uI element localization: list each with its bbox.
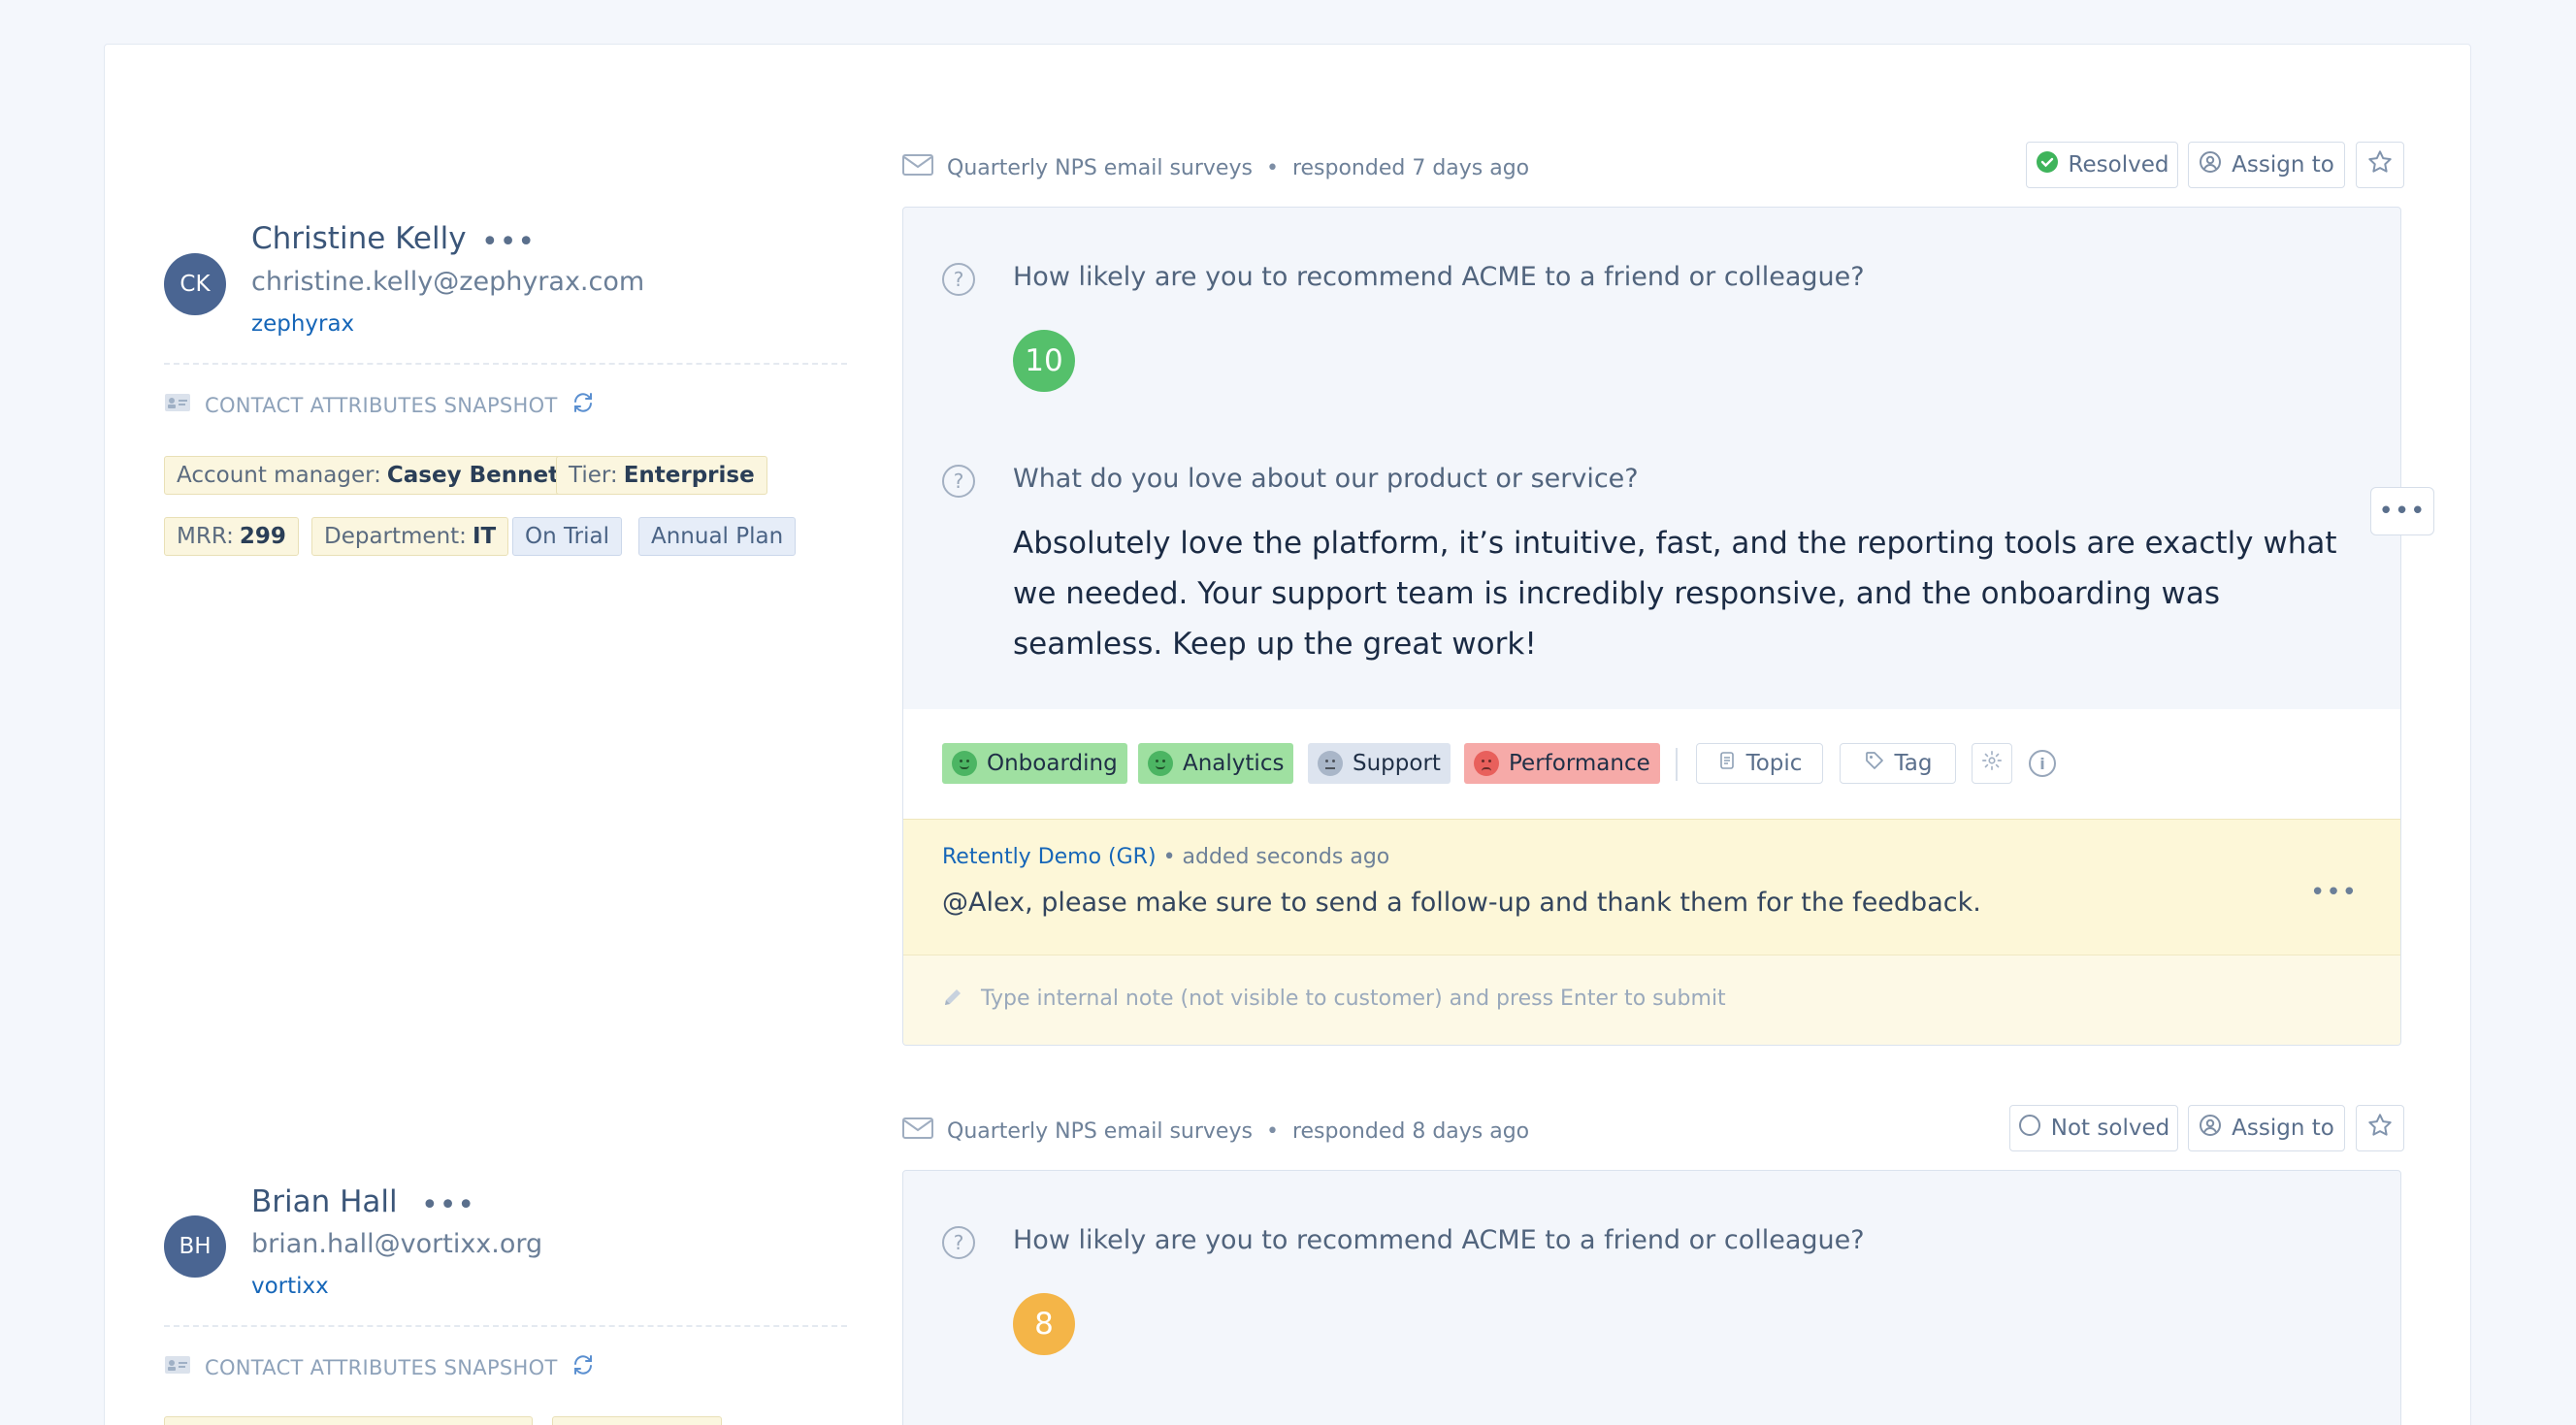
happy-face-icon [1148, 751, 1173, 776]
contact-tag-chip: On Trial [512, 517, 622, 556]
question-icon: ? [942, 1226, 975, 1259]
id-card-icon [164, 1354, 191, 1380]
response-card: ? How likely are you to recommend ACME t… [902, 207, 2401, 1046]
star-button[interactable] [2356, 1105, 2404, 1151]
contact-tag-chip: Annual Plan [638, 517, 797, 556]
user-circle-icon [2199, 1114, 2222, 1143]
contact-more-button[interactable]: ••• [421, 1191, 475, 1220]
open-question: What do you love about our product or se… [1013, 464, 1639, 494]
add-tag-button[interactable]: Tag [1840, 743, 1956, 784]
neutral-face-icon [1318, 751, 1343, 776]
response-card: ? How likely are you to recommend ACME t… [902, 1170, 2401, 1425]
open-answer: Absolutely love the platform, it’s intui… [1013, 526, 2337, 662]
check-circle-icon [2036, 150, 2059, 179]
tag-icon [1864, 750, 1885, 777]
divider [1676, 748, 1678, 781]
attribute-chip [164, 1416, 533, 1425]
question-icon: ? [942, 465, 975, 498]
divider [164, 1325, 847, 1327]
attribute-chip: MRR: 299 [164, 517, 299, 556]
attribute-chip [552, 1416, 722, 1425]
not-solved-status-button[interactable]: Not solved [2009, 1105, 2178, 1151]
star-icon [2366, 1112, 2394, 1145]
contact-email: christine.kelly@zephyrax.com [251, 267, 645, 297]
contact-attributes-snapshot: CONTACT ATTRIBUTES SNAPSHOT [164, 1353, 595, 1381]
response-time: responded 7 days ago [1291, 155, 1530, 180]
divider [164, 363, 847, 365]
star-button[interactable] [2356, 142, 2404, 188]
contact-company-link[interactable]: vortixx [251, 1274, 329, 1299]
nps-question: How likely are you to recommend ACME to … [1013, 1225, 1865, 1255]
note-input[interactable]: Type internal note (not visible to custo… [903, 955, 2400, 1045]
question-icon: ? [942, 263, 975, 296]
id-card-icon [164, 392, 191, 418]
topic-tag-bar: Onboarding Analytics Support Performance… [903, 709, 2400, 819]
note-input-placeholder[interactable]: Type internal note (not visible to custo… [981, 987, 1726, 1011]
gear-icon [1981, 750, 2003, 777]
contact-name[interactable]: Christine Kelly [251, 221, 467, 256]
avatar[interactable]: CK [164, 253, 226, 315]
topic-tag-analytics[interactable]: Analytics [1138, 743, 1294, 784]
tag-settings-button[interactable] [1972, 743, 2012, 784]
topic-tag-support[interactable]: Support [1308, 743, 1451, 784]
nps-question: How likely are you to recommend ACME to … [1013, 262, 1865, 292]
attribute-chip: Department: IT [311, 517, 509, 556]
avatar[interactable]: BH [164, 1215, 226, 1278]
refresh-icon[interactable] [571, 391, 595, 419]
note-text: @Alex, please make sure to send a follow… [942, 888, 1981, 918]
email-icon [902, 153, 933, 182]
snapshot-label: CONTACT ATTRIBUTES SNAPSHOT [205, 393, 558, 417]
nps-score: 8 [1013, 1293, 1075, 1355]
note-more-button[interactable]: ••• [2310, 878, 2358, 907]
snapshot-label: CONTACT ATTRIBUTES SNAPSHOT [205, 1355, 558, 1379]
attribute-chip: Tier: Enterprise [556, 456, 767, 495]
add-topic-button[interactable]: Topic [1696, 743, 1823, 784]
user-circle-icon [2199, 150, 2222, 179]
survey-channel: Quarterly NPS email surveys [947, 155, 1253, 180]
info-icon[interactable]: i [2029, 750, 2056, 777]
contact-attributes-snapshot: CONTACT ATTRIBUTES SNAPSHOT [164, 391, 595, 419]
resolved-status-button[interactable]: Resolved [2026, 142, 2178, 188]
assign-to-button[interactable]: Assign to [2188, 1105, 2345, 1151]
note-time: • added seconds ago [1162, 845, 1390, 869]
email-icon [902, 1117, 933, 1146]
contact-company-link[interactable]: zephyrax [251, 311, 354, 337]
sad-face-icon [1474, 751, 1499, 776]
contact-name[interactable]: Brian Hall [251, 1184, 398, 1219]
survey-channel: Quarterly NPS email surveys [947, 1118, 1253, 1144]
contact-more-button[interactable]: ••• [481, 228, 536, 257]
internal-note: Retently Demo (GR) • added seconds ago @… [903, 819, 2400, 955]
response-more-button[interactable]: ••• [2370, 487, 2434, 535]
nps-score: 10 [1013, 330, 1075, 392]
refresh-icon[interactable] [571, 1353, 595, 1381]
pencil-icon [942, 987, 963, 1012]
topic-icon [1717, 751, 1737, 776]
star-icon [2366, 148, 2394, 181]
response-meta: Quarterly NPS email surveys • responded … [902, 1117, 1529, 1146]
contact-email: brian.hall@vortixx.org [251, 1229, 543, 1259]
response-time: responded 8 days ago [1291, 1118, 1530, 1144]
attribute-chip: Account manager: Casey Bennett [164, 456, 583, 495]
happy-face-icon [952, 751, 977, 776]
note-author[interactable]: Retently Demo (GR) [942, 845, 1157, 869]
topic-tag-performance[interactable]: Performance [1464, 743, 1660, 784]
assign-to-button[interactable]: Assign to [2188, 142, 2345, 188]
circle-icon [2018, 1114, 2041, 1143]
topic-tag-onboarding[interactable]: Onboarding [942, 743, 1127, 784]
response-meta: Quarterly NPS email surveys • responded … [902, 153, 1529, 182]
